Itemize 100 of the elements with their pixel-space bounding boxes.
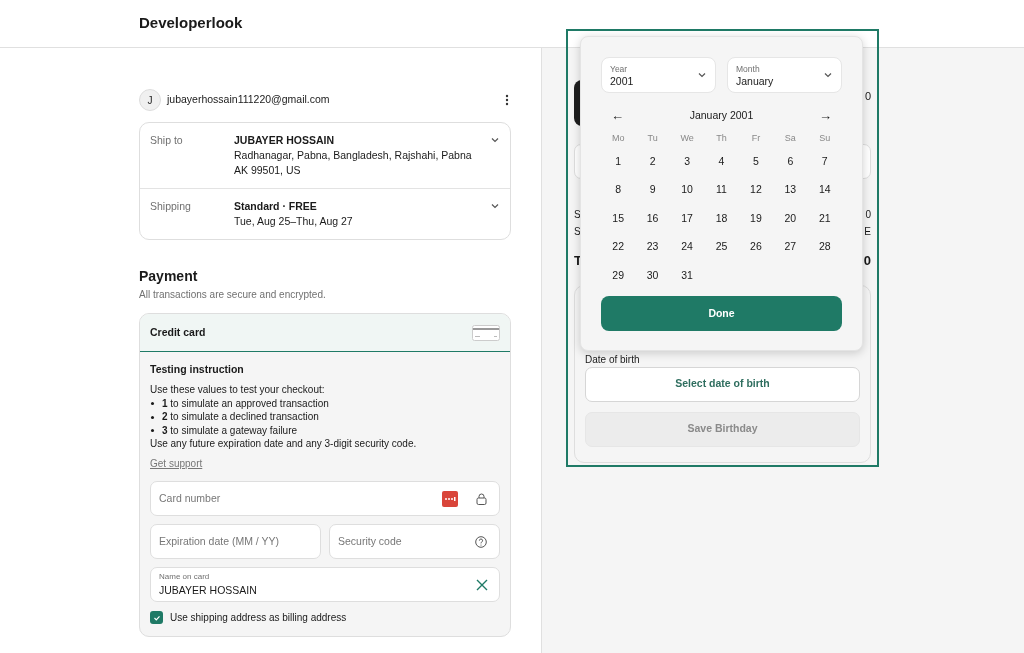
chevron-down-icon — [823, 70, 833, 80]
calendar-day[interactable]: 27 — [784, 239, 797, 268]
field-placeholder: Security code — [338, 533, 403, 549]
weekday-label: We — [679, 132, 695, 145]
field-value: January — [736, 75, 775, 87]
help-icon — [475, 535, 487, 548]
chevron-down-icon — [697, 70, 707, 80]
calendar-day[interactable]: 6 — [787, 154, 794, 183]
next-month-button[interactable]: → — [819, 106, 832, 126]
calendar-day[interactable]: 28 — [818, 239, 831, 268]
summary-value: 0 — [865, 208, 871, 222]
calendar-day[interactable]: 24 — [681, 239, 693, 268]
input-field[interactable]: Expiration date (MM / YY) — [150, 524, 321, 560]
weekday-label: Mo — [610, 132, 626, 145]
summary-label: S — [574, 225, 581, 239]
method-label: Credit card — [150, 324, 207, 340]
section-heading: Payment — [139, 267, 199, 286]
instruction-item: 1 to simulate an approved transaction — [162, 396, 329, 411]
field-placeholder: Card number — [159, 490, 222, 506]
calendar-day[interactable]: 7 — [821, 154, 828, 183]
calendar-day[interactable]: 20 — [784, 210, 797, 240]
support-link[interactable]: Get support — [150, 456, 203, 472]
calendar-day[interactable]: 2 — [649, 154, 656, 183]
field-label: Date of birth — [585, 353, 641, 366]
field-label: Month — [736, 63, 761, 75]
calendar-day[interactable]: 25 — [715, 239, 728, 268]
instruction-text: Use these values to test your checkout: — [150, 382, 326, 397]
calendar-day[interactable]: 12 — [750, 182, 762, 211]
weekday-label: Th — [715, 132, 728, 145]
chevron-down-icon — [490, 135, 500, 145]
field-value: 2001 — [610, 75, 635, 87]
calendar-day[interactable]: 8 — [615, 182, 622, 211]
close-icon — [476, 578, 488, 591]
calendar-day[interactable]: 29 — [612, 267, 625, 296]
bullet-icon — [151, 415, 154, 419]
checkbox-label: Use shipping address as billing address — [170, 611, 347, 626]
weekday-label: Su — [818, 132, 832, 145]
brand-name[interactable]: Developerlook — [139, 12, 243, 35]
dropdown-field[interactable]: Year 2001 — [601, 57, 716, 93]
bullet-icon — [151, 402, 154, 405]
payment-method-option[interactable]: Credit card — [140, 314, 510, 352]
row-label: Shipping — [150, 199, 192, 214]
calendar-day[interactable]: 14 — [818, 182, 831, 211]
calendar-day[interactable]: 3 — [684, 154, 690, 183]
section-subtitle: All transactions are secure and encrypted. — [139, 288, 327, 302]
dropdown-field[interactable]: Month January — [727, 57, 842, 93]
row-title: Standard · FREE — [234, 199, 318, 214]
field-label: Year — [610, 63, 629, 75]
field-placeholder: Expiration date (MM / YY) — [159, 533, 281, 549]
account-email: jubayerhossain111220@gmail.com — [167, 92, 331, 108]
row-detail: Radhanagar, Pabna, Bangladesh, Rajshahi, Pabna AK 99501, US — [234, 148, 473, 178]
credit-card-icon — [472, 324, 500, 341]
calendar-day[interactable]: 15 — [612, 210, 625, 240]
calendar-day[interactable]: 4 — [718, 154, 725, 183]
instruction-text: Use any future expiration date and any 3-digit security code. — [150, 437, 418, 452]
calendar-title: January 2001 — [689, 108, 754, 124]
summary-value: E — [864, 225, 871, 239]
calendar-day[interactable]: 9 — [649, 182, 656, 211]
instruction-item: 2 to simulate a declined transaction — [162, 410, 319, 424]
instruction-title: Testing instruction — [150, 362, 245, 377]
weekday-label: Tu — [646, 132, 659, 145]
calendar-day[interactable]: 23 — [646, 239, 659, 268]
calendar-day[interactable]: 18 — [715, 210, 728, 240]
more-options-icon — [505, 94, 509, 106]
instruction-item: 3 to simulate a gateway failure — [162, 423, 298, 438]
input-field[interactable]: Name on card JUBAYER HOSSAIN — [150, 567, 500, 603]
calendar-day[interactable]: 17 — [681, 210, 693, 240]
calendar-day[interactable]: 31 — [681, 267, 693, 296]
previous-month-button[interactable]: ← — [611, 106, 624, 126]
chevron-down-icon — [490, 201, 500, 211]
calendar-day[interactable]: 26 — [750, 239, 762, 268]
calendar-day[interactable]: 30 — [646, 267, 659, 296]
row-detail: Tue, Aug 25–Thu, Aug 27 — [234, 214, 354, 229]
input-field[interactable]: Security code — [329, 524, 500, 560]
calendar-day[interactable]: 1 — [615, 154, 622, 183]
calendar-day[interactable]: 21 — [818, 210, 831, 240]
calendar-day[interactable]: 22 — [612, 239, 625, 268]
weekday-label: Sa — [783, 132, 797, 145]
bullet-icon — [151, 429, 154, 432]
price-text: 0 — [864, 89, 871, 104]
summary-value: 0 — [863, 252, 871, 270]
calendar-day[interactable]: 16 — [646, 210, 659, 240]
weekday-label: Fr — [750, 132, 762, 145]
avatar: J — [139, 89, 161, 111]
field-value: JUBAYER HOSSAIN — [159, 582, 258, 598]
summary-label: S — [574, 208, 581, 222]
calendar-day[interactable]: 11 — [716, 182, 727, 211]
field-label: Name on card — [159, 570, 211, 583]
select-date-button[interactable]: Select date of birth — [585, 366, 860, 402]
calendar-day[interactable]: 5 — [753, 154, 759, 183]
check-icon — [152, 613, 161, 622]
checkbox[interactable] — [150, 611, 163, 625]
calendar-day[interactable]: 19 — [750, 210, 762, 240]
done-button[interactable]: Done — [601, 295, 842, 331]
input-field[interactable]: Card number — [150, 481, 500, 517]
row-label: Ship to — [150, 133, 184, 148]
calendar-day[interactable]: 13 — [784, 182, 797, 211]
card-brand-icon — [442, 490, 458, 507]
calendar-day[interactable]: 10 — [681, 182, 693, 211]
lock-icon — [476, 492, 487, 505]
